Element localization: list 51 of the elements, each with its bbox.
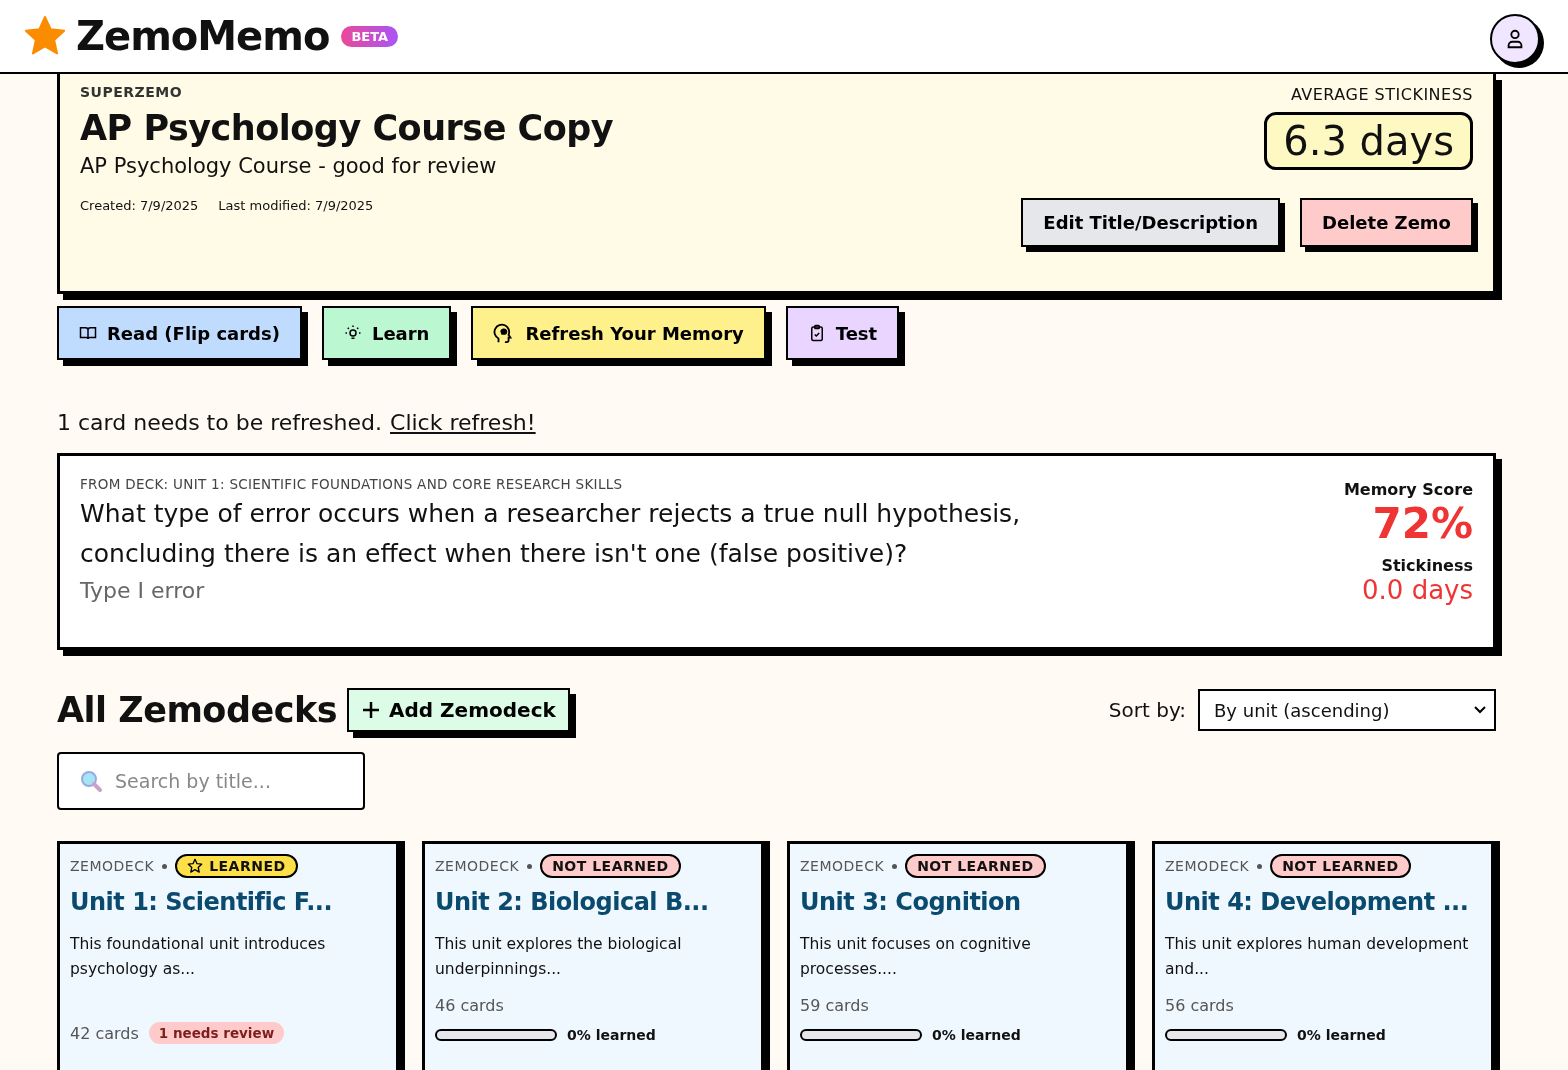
book-icon: [79, 324, 97, 342]
card-count: 59 cards: [800, 996, 869, 1015]
star-icon: [187, 858, 204, 874]
stickiness-value: 6.3 days: [1264, 112, 1473, 170]
deck-label: ZEMODECK: [1165, 858, 1250, 874]
deck-label: ZEMODECK: [70, 858, 155, 874]
status-badge: NOT LEARNED: [540, 854, 681, 878]
card-count: 56 cards: [1165, 996, 1234, 1015]
chevron-icon: [1474, 706, 1486, 714]
status-badge: NOT LEARNED: [1270, 854, 1411, 878]
zemo-description: AP Psychology Course - good for review: [80, 154, 498, 178]
refresh-message: 1 card needs to be refreshed. Click refresh!: [57, 410, 537, 435]
deck-source: FROM DECK: UNIT 1: SCIENTIFIC FOUNDATIONS AND CORE RESEARCH SKILLS: [80, 476, 624, 492]
deck-label: ZEMODECK: [800, 858, 885, 874]
memory-score: 72%: [1372, 499, 1473, 548]
status-badge: LEARNED: [175, 854, 298, 878]
deck-title[interactable]: Unit 3: Cognition: [800, 888, 1116, 916]
deck-title[interactable]: Unit 1: Scientific F...: [70, 888, 386, 916]
lightbulb-icon: [343, 324, 362, 342]
beta-badge: BETA: [341, 25, 399, 47]
deck-title[interactable]: Unit 4: Development ...: [1165, 888, 1481, 916]
section-title: All Zemodecks: [57, 690, 338, 730]
modified-date: Last modified: 7/9/2025: [218, 198, 374, 213]
created-date: Created: 7/9/2025: [80, 198, 199, 213]
deck-title[interactable]: Unit 2: Biological B...: [435, 888, 751, 916]
progress-label: 0% learned: [1297, 1027, 1386, 1043]
review-badge: 1 needs review: [148, 1022, 285, 1044]
deck-description: This unit explores the biological underpinnings...: [435, 934, 683, 980]
deck-description: This foundational unit introduces psychology as...: [70, 934, 327, 980]
card-count: 42 cards: [70, 1023, 139, 1043]
refresh-link[interactable]: Click refresh!: [390, 410, 536, 435]
answer-text: Type I error: [80, 578, 206, 603]
plus-icon: [361, 700, 382, 720]
stickiness-value: 0.0 days: [1362, 575, 1473, 605]
app-logo[interactable]: ZemoMemo: [76, 13, 330, 59]
sort-dropdown[interactable]: By unit (ascending): [1198, 689, 1496, 731]
status-badge: NOT LEARNED: [905, 854, 1046, 878]
progress-label: 0% learned: [567, 1027, 656, 1043]
question-text: What type of error occurs when a researcher rejects a true null hypothesis, concluding there is an effect when there isn't one (false positive)?: [80, 498, 1022, 570]
memory-score-label: Memory Score: [1343, 480, 1473, 499]
stickiness-label: Stickiness: [1381, 556, 1473, 575]
deck-description: This unit explores human development and...: [1165, 934, 1470, 980]
deck-description: This unit focuses on cognitive processes....: [800, 934, 1032, 980]
sort-label: Sort by:: [1108, 698, 1186, 722]
deck-label: ZEMODECK: [435, 858, 520, 874]
eyebrow-label: SUPERZEMO: [80, 84, 184, 100]
stickiness-label: AVERAGE STICKINESS: [1290, 85, 1473, 104]
zemo-title: AP Psychology Course Copy: [80, 108, 614, 148]
progress-label: 0% learned: [932, 1027, 1021, 1043]
search-field[interactable]: Search by title...: [57, 752, 365, 810]
card-count: 46 cards: [435, 996, 504, 1015]
